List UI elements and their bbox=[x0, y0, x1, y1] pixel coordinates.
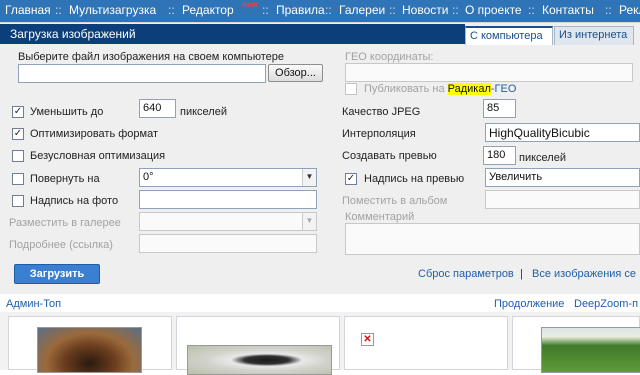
nav-link-multiupload[interactable]: Мультизагрузка bbox=[69, 3, 156, 17]
album-label: Поместить в альбом bbox=[342, 195, 448, 207]
preview-label: Создавать превью bbox=[342, 150, 437, 162]
more-link-label: Подробнее (ссылка) bbox=[9, 239, 113, 251]
broken-image-icon: ✕ bbox=[361, 333, 374, 346]
nav-separator: :: bbox=[389, 3, 396, 17]
nav-link-ads[interactable]: Рекла bbox=[619, 3, 640, 17]
nav-link-contacts[interactable]: Контакты bbox=[542, 3, 594, 17]
new-badge: new bbox=[242, 0, 258, 9]
upload-button[interactable]: Загрузить bbox=[14, 264, 100, 284]
nav-separator: :: bbox=[605, 3, 612, 17]
nav-separator: :: bbox=[168, 3, 175, 17]
nav-separator: :: bbox=[452, 3, 459, 17]
reset-parameters-link[interactable]: Сброс параметров bbox=[418, 268, 514, 280]
chevron-down-icon[interactable]: ▼ bbox=[302, 169, 316, 186]
preview-caption-label: Надпись на превью bbox=[364, 173, 465, 185]
thumbnail-image[interactable] bbox=[187, 345, 332, 375]
thumbnail-image[interactable] bbox=[37, 327, 142, 373]
panel-title: Загрузка изображений bbox=[0, 24, 465, 44]
optimize-format-checkbox[interactable]: ✓ bbox=[12, 128, 24, 140]
optimize-format-label: Оптимизировать формат bbox=[30, 128, 159, 140]
nav-link-home[interactable]: Главная bbox=[5, 3, 51, 17]
comment-textarea[interactable] bbox=[345, 223, 640, 255]
jpeg-quality-input[interactable]: 85 bbox=[483, 99, 516, 118]
reduce-checkbox[interactable]: ✓ bbox=[12, 106, 24, 118]
nav-link-rules[interactable]: Правила bbox=[276, 3, 325, 17]
preview-caption-checkbox[interactable]: ✓ bbox=[345, 173, 357, 185]
caption-input[interactable] bbox=[139, 190, 317, 209]
preview-size-input[interactable]: 180 bbox=[483, 146, 516, 165]
actions-separator: | bbox=[520, 268, 523, 280]
thumbnail-card[interactable] bbox=[8, 316, 172, 373]
more-link-input[interactable] bbox=[139, 234, 317, 253]
radikal-brand-highlight: Радикал bbox=[447, 83, 491, 95]
rotate-label: Повернуть на bbox=[30, 173, 100, 185]
nav-link-news[interactable]: Новости bbox=[402, 3, 448, 17]
continue-link[interactable]: Продолжение bbox=[494, 298, 564, 310]
geo-label: ГЕО координаты: bbox=[345, 51, 434, 63]
caption-checkbox[interactable] bbox=[12, 195, 24, 207]
interpolation-select[interactable]: HighQualityBicubic bbox=[485, 123, 640, 142]
lossless-label: Безусловная оптимизация bbox=[30, 150, 166, 162]
gallery-label: Разместить в галерее bbox=[9, 217, 121, 229]
preview-unit-label: пикселей bbox=[519, 152, 566, 164]
thumbnail-card[interactable]: ✕ bbox=[344, 316, 508, 370]
publish-geo-label: Публиковать на Радикал-ГЕО bbox=[364, 83, 516, 95]
tab-from-computer[interactable]: С компьютера bbox=[465, 26, 553, 45]
top-navigation: Главная :: Мультизагрузка :: Редактор ne… bbox=[0, 0, 640, 22]
file-label: Выберите файл изображения на своем компь… bbox=[18, 51, 285, 63]
reduce-size-input[interactable]: 640 bbox=[139, 99, 176, 118]
thumbnail-card[interactable] bbox=[512, 316, 640, 373]
rotate-select-value: 0° bbox=[143, 171, 154, 183]
chevron-down-icon[interactable]: ▼ bbox=[302, 213, 316, 230]
thumbnail-card[interactable] bbox=[176, 316, 340, 375]
nav-link-galleries[interactable]: Галереи bbox=[339, 3, 385, 17]
gallery-select[interactable]: ▼ bbox=[139, 212, 317, 231]
nav-link-editor[interactable]: Редактор bbox=[182, 3, 234, 17]
geo-coordinates-input[interactable] bbox=[345, 63, 633, 82]
album-select[interactable] bbox=[485, 190, 640, 209]
lossless-checkbox[interactable] bbox=[12, 150, 24, 162]
browse-button[interactable]: Обзор... bbox=[268, 64, 323, 82]
nav-separator: :: bbox=[528, 3, 535, 17]
jpeg-quality-label: Качество JPEG bbox=[342, 106, 421, 118]
all-images-link[interactable]: Все изображения се bbox=[532, 268, 636, 280]
publish-prefix: Публиковать на bbox=[364, 83, 448, 95]
reduce-label: Уменьшить до bbox=[30, 106, 104, 118]
thumbnail-image[interactable] bbox=[541, 327, 640, 373]
preview-caption-input[interactable]: Увеличить bbox=[485, 168, 640, 187]
interpolation-label: Интерполяция bbox=[342, 128, 416, 140]
admin-top-link[interactable]: Админ-Топ bbox=[6, 298, 61, 310]
deepzoom-link[interactable]: DeepZoom-п bbox=[574, 298, 638, 310]
caption-label: Надпись на фото bbox=[30, 195, 119, 207]
nav-link-about[interactable]: О проекте bbox=[465, 3, 522, 17]
rotate-select[interactable]: 0° ▼ bbox=[139, 168, 317, 187]
publish-suffix: -ГЕО bbox=[490, 83, 517, 95]
reduce-unit-label: пикселей bbox=[180, 106, 227, 118]
nav-separator: :: bbox=[55, 3, 62, 17]
nav-separator: :: bbox=[262, 3, 269, 17]
nav-separator: :: bbox=[325, 3, 332, 17]
file-path-input[interactable] bbox=[18, 64, 266, 83]
publish-geo-checkbox[interactable] bbox=[345, 83, 357, 95]
tab-from-internet[interactable]: Из интернета bbox=[554, 26, 634, 45]
rotate-checkbox[interactable] bbox=[12, 173, 24, 185]
comment-label: Комментарий bbox=[345, 211, 415, 223]
